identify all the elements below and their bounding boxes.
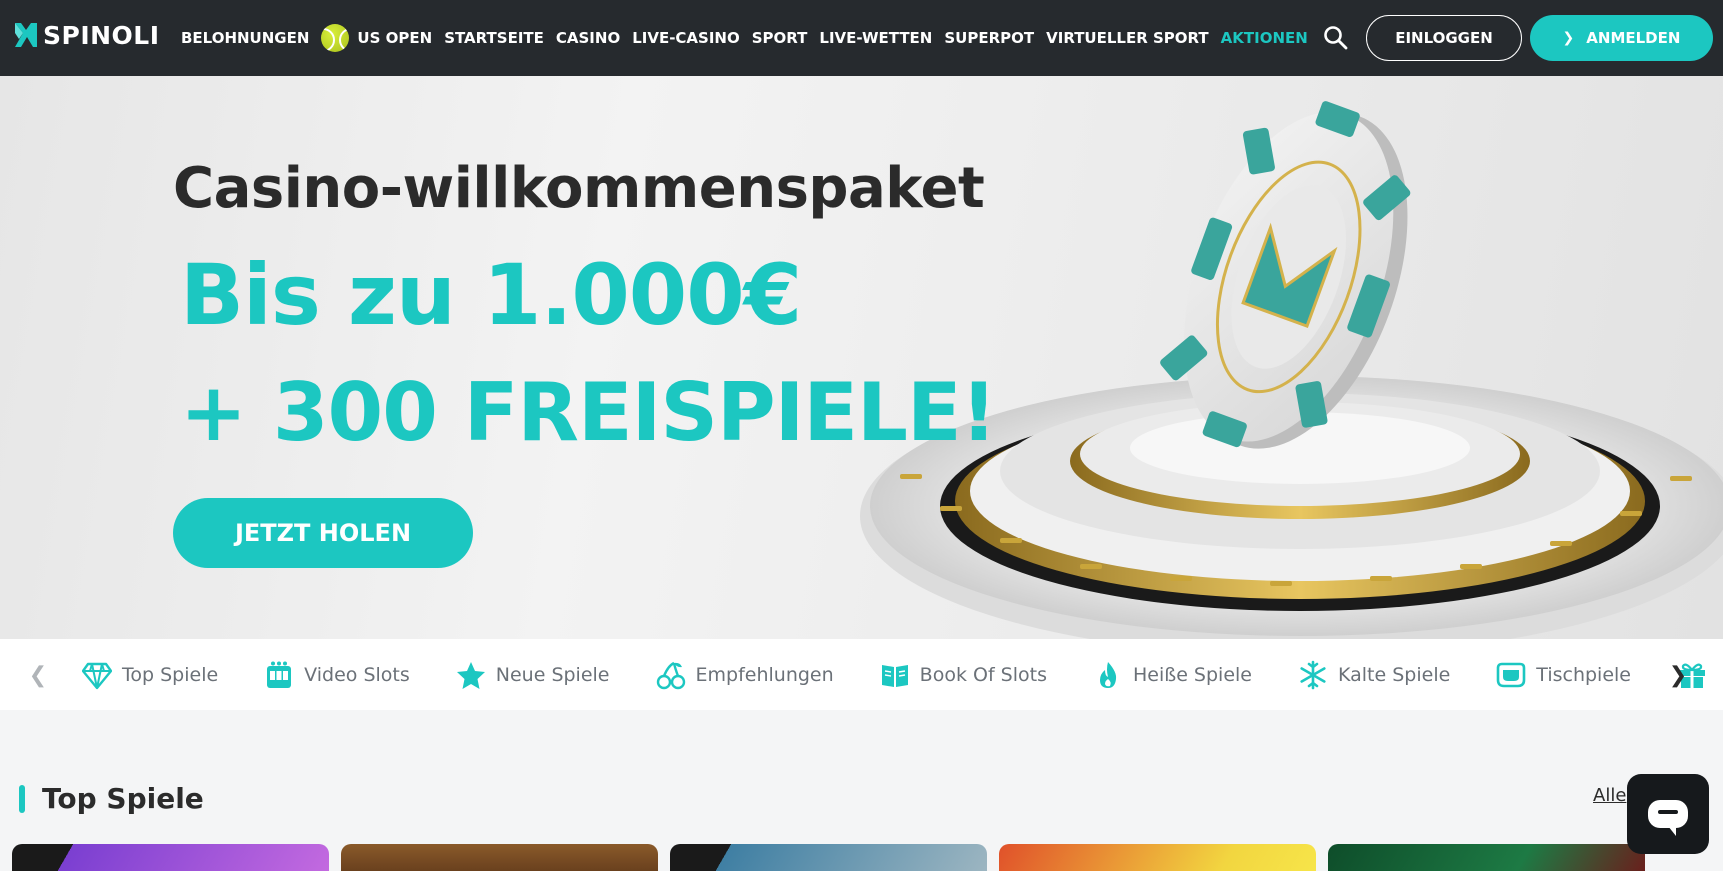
category-label: Empfehlungen [695, 663, 834, 686]
category-label: Video Slots [304, 663, 410, 686]
game-card[interactable] [999, 844, 1316, 871]
star-icon [456, 661, 485, 689]
category-book-of-slots[interactable]: Book Of Slots [880, 660, 1047, 690]
book-icon [881, 664, 908, 687]
section-accent-bar [19, 784, 25, 813]
nav-item-us-open[interactable]: US OPEN [321, 24, 432, 52]
section-title: Top Spiele [42, 782, 204, 815]
category-top-spiele[interactable]: Top Spiele [82, 660, 218, 690]
nav-item-label: SUPERPOT [944, 29, 1035, 47]
nav-item-label: STARTSEITE [444, 29, 544, 47]
game-card[interactable] [1328, 844, 1645, 871]
login-button[interactable]: EINLOGGEN [1366, 15, 1522, 61]
diamond-icon [82, 662, 112, 689]
hero-banner: Casino-willkommenspaket Bis zu 1.000€ + … [0, 76, 1723, 639]
category-label: Neue Spiele [495, 663, 610, 686]
register-button[interactable]: ❯ ANMELDEN [1530, 15, 1713, 61]
nav-item-label: BELOHNUNGEN [181, 29, 310, 47]
login-button-label: EINLOGGEN [1395, 29, 1493, 47]
view-all-link[interactable]: Alle [1593, 785, 1626, 806]
chevron-right-icon[interactable]: ❯ [1664, 661, 1692, 689]
slot-machine-icon [267, 661, 292, 688]
category-label: Top Spiele [122, 663, 219, 686]
category-empfehlungen[interactable]: Empfehlungen [656, 660, 834, 690]
game-card[interactable] [12, 844, 329, 871]
hero-title: Casino-willkommenspaket [173, 156, 985, 221]
category-label: Book Of Slots [919, 663, 1047, 686]
section-header: Top Spiele [19, 782, 204, 815]
nav-item-label: US OPEN [357, 29, 433, 47]
hero-bonus-amount: Bis zu 1.000€ [180, 246, 802, 344]
spinoli-logo[interactable]: SPINOLI [13, 19, 160, 51]
logo-text: SPINOLI [43, 20, 160, 50]
game-card[interactable] [341, 844, 658, 871]
main-nav: BELOHNUNGEN US OPEN STARTSEITE CASINO LI… [181, 0, 1320, 76]
hero-free-spins: + 300 FREISPIELE! [180, 366, 997, 459]
chat-icon [1648, 800, 1688, 836]
cherry-icon [656, 661, 685, 689]
nav-item-live-wetten[interactable]: LIVE-WETTEN [819, 29, 932, 47]
snowflake-icon [1300, 660, 1326, 689]
nav-item-superpot[interactable]: SUPERPOT [944, 29, 1034, 47]
game-card[interactable] [670, 844, 987, 871]
nav-item-aktionen[interactable]: AKTIONEN [1221, 29, 1308, 47]
game-list [12, 844, 1657, 871]
table-icon [1496, 662, 1526, 687]
flame-icon [1099, 661, 1117, 688]
category-label: Tischpiele [1536, 663, 1631, 686]
category-label: Kalte Spiele [1338, 663, 1451, 686]
claim-bonus-button[interactable]: JETZT HOLEN [173, 498, 473, 568]
category-video-slots[interactable]: Video Slots [264, 660, 410, 690]
category-tischpiele[interactable]: Tischpiele [1496, 660, 1631, 690]
category-heisse-spiele[interactable]: Heiße Spiele [1093, 660, 1252, 690]
nav-item-label: LIVE-CASINO [632, 29, 740, 47]
nav-item-belohnungen[interactable]: BELOHNUNGEN [181, 29, 309, 47]
nav-item-startseite[interactable]: STARTSEITE [444, 29, 544, 47]
category-kalte-spiele[interactable]: Kalte Spiele [1298, 660, 1450, 690]
chevron-right-icon: ❯ [1562, 30, 1575, 46]
search-button[interactable] [1322, 24, 1350, 52]
nav-item-label: SPORT [751, 29, 808, 47]
search-icon [1324, 26, 1348, 50]
category-bar: ❮ Top Spiele Video Slots Neue Spiele Emp… [0, 639, 1723, 710]
nav-item-label: CASINO [555, 29, 621, 47]
category-list: Top Spiele Video Slots Neue Spiele Empfe… [82, 639, 1723, 710]
tennis-ball-icon [321, 24, 350, 52]
register-button-label: ANMELDEN [1586, 29, 1681, 47]
nav-item-label: AKTIONEN [1220, 29, 1308, 47]
category-label: Heiße Spiele [1132, 663, 1252, 686]
top-navigation-bar: SPINOLI BELOHNUNGEN US OPEN STARTSEITE C… [0, 0, 1723, 76]
logo-mark-icon [15, 23, 37, 47]
nav-item-label: VIRTUELLER SPORT [1046, 29, 1209, 47]
nav-item-virtueller-sport[interactable]: VIRTUELLER SPORT [1046, 29, 1209, 47]
category-neue-spiele[interactable]: Neue Spiele [456, 660, 610, 690]
nav-item-label: LIVE-WETTEN [819, 29, 933, 47]
nav-item-live-casino[interactable]: LIVE-CASINO [632, 29, 740, 47]
nav-item-casino[interactable]: CASINO [556, 29, 620, 47]
chevron-left-icon[interactable]: ❮ [24, 661, 52, 689]
claim-bonus-label: JETZT HOLEN [234, 519, 412, 547]
nav-item-sport[interactable]: SPORT [752, 29, 808, 47]
live-chat-button[interactable] [1627, 774, 1709, 854]
